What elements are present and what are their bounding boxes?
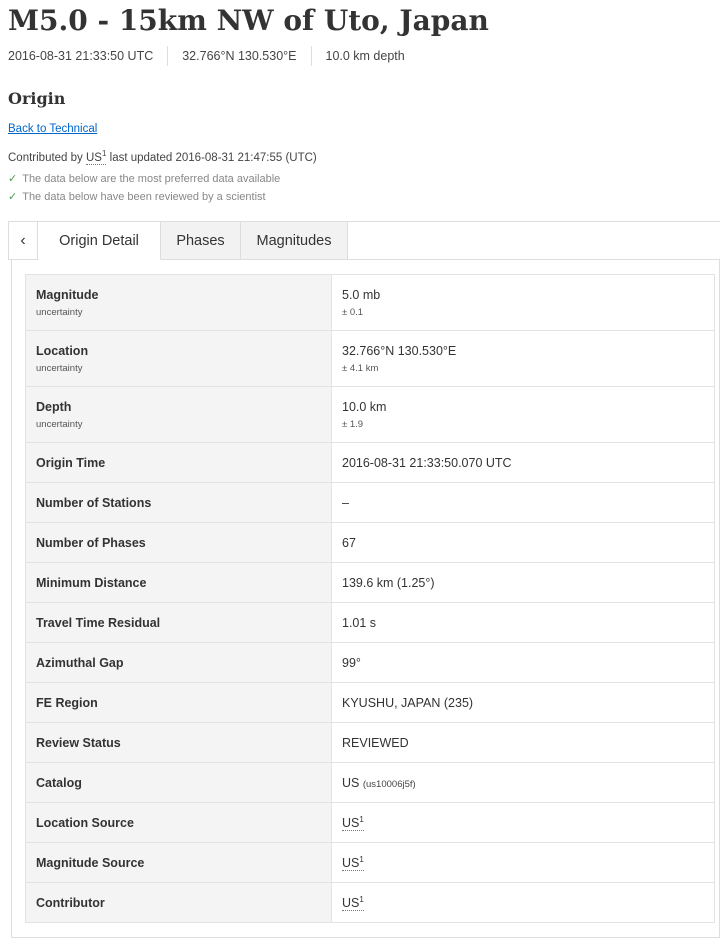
depth-value: 10.0 km [342, 399, 387, 414]
table-row: Depth uncertainty 10.0 km ± 1.9 [25, 386, 715, 443]
catalog-value: US [342, 775, 360, 790]
reviewed-data-notice: ✓ The data below have been reviewed by a … [8, 190, 266, 203]
row-value: US1 [331, 882, 715, 923]
table-row: Catalog US (us10006j5f) [25, 762, 715, 803]
event-summary: 2016-08-31 21:33:50 UTC 32.766°N 130.530… [8, 46, 419, 66]
min-distance-value: 139.6 km (1.25°) [331, 562, 715, 603]
detail-tabs: ‹ Origin Detail Phases Magnitudes [8, 221, 720, 260]
back-to-technical-link[interactable]: Back to Technical [8, 123, 97, 135]
azimuthal-gap-label: Azimuthal Gap [25, 642, 332, 683]
row-value: US1 [331, 802, 715, 843]
event-coordinates: 32.766°N 130.530°E [167, 46, 310, 66]
table-row: Number of Stations – [25, 482, 715, 523]
depth-label: Depth [36, 399, 72, 414]
row-value: US1 [331, 842, 715, 883]
azimuthal-gap-value: 99° [331, 642, 715, 683]
reviewed-data-text: The data below have been reviewed by a s… [22, 191, 266, 203]
num-phases-label: Number of Phases [25, 522, 332, 563]
fe-region-value: KYUSHU, JAPAN (235) [331, 682, 715, 723]
table-row: Review Status REVIEWED [25, 722, 715, 763]
magnitude-source-label: Magnitude Source [25, 842, 332, 883]
row-value: 32.766°N 130.530°E ± 4.1 km [331, 330, 715, 387]
row-value: US (us10006j5f) [331, 762, 715, 803]
magnitude-uncertainty: ± 0.1 [342, 306, 364, 318]
contributor-label: Contributor [25, 882, 332, 923]
location-source-value: US [342, 816, 360, 831]
panel-bottom-border [11, 937, 720, 938]
contributor-value: US [342, 896, 360, 911]
catalog-event-id: (us10006j5f) [362, 778, 416, 790]
table-row: Location uncertainty 32.766°N 130.530°E ± … [25, 330, 715, 387]
tab-magnitudes[interactable]: Magnitudes [241, 222, 348, 260]
min-distance-label: Minimum Distance [25, 562, 332, 603]
origin-time-label: Origin Time [25, 442, 332, 483]
row-label: Location uncertainty [25, 330, 332, 387]
chevron-left-icon: ‹ [20, 231, 26, 249]
table-row: Magnitude Source US1 [25, 842, 715, 883]
magnitude-source-sup: 1 [359, 854, 364, 864]
tabs-filler [348, 222, 720, 260]
travel-time-residual-label: Travel Time Residual [25, 602, 332, 643]
review-status-label: Review Status [25, 722, 332, 763]
review-status-value: REVIEWED [331, 722, 715, 763]
tab-phases[interactable]: Phases [161, 222, 241, 260]
contributor-link[interactable]: US1 [342, 894, 364, 912]
last-updated-text: last updated 2016-08-31 21:47:55 (UTC) [106, 151, 317, 164]
contributor-source-link[interactable]: US1 [86, 149, 107, 165]
num-stations-value: – [331, 482, 715, 523]
num-stations-label: Number of Stations [25, 482, 332, 523]
magnitude-value: 5.0 mb [342, 287, 381, 302]
row-label: Depth uncertainty [25, 386, 332, 443]
row-value: 5.0 mb ± 0.1 [331, 274, 715, 331]
table-row: Travel Time Residual 1.01 s [25, 602, 715, 643]
origin-detail-table: Magnitude uncertainty 5.0 mb ± 0.1 Locatio… [25, 274, 715, 923]
uncertainty-label: uncertainty [36, 306, 83, 318]
num-phases-value: 67 [331, 522, 715, 563]
table-row: Magnitude uncertainty 5.0 mb ± 0.1 [25, 274, 715, 331]
check-icon: ✓ [8, 173, 18, 185]
check-icon: ✓ [8, 191, 18, 203]
table-row: Minimum Distance 139.6 km (1.25°) [25, 562, 715, 603]
uncertainty-label: uncertainty [36, 418, 83, 430]
tabs-back-button[interactable]: ‹ [8, 222, 38, 260]
origin-time-value: 2016-08-31 21:33:50.070 UTC [331, 442, 715, 483]
fe-region-label: FE Region [25, 682, 332, 723]
contributed-prefix: Contributed by [8, 151, 83, 164]
magnitude-source-link[interactable]: US1 [342, 854, 364, 872]
row-label: Magnitude uncertainty [25, 274, 332, 331]
preferred-data-text: The data below are the most preferred da… [22, 173, 281, 185]
table-row: Location Source US1 [25, 802, 715, 843]
location-label: Location [36, 343, 89, 358]
section-title: Origin [8, 89, 66, 108]
uncertainty-label: uncertainty [36, 362, 83, 374]
location-source-sup: 1 [359, 814, 364, 824]
travel-time-residual-value: 1.01 s [331, 602, 715, 643]
event-time: 2016-08-31 21:33:50 UTC [8, 49, 154, 63]
contributed-by-line: Contributed by US1 last updated 2016-08-… [8, 149, 317, 165]
table-row: Azimuthal Gap 99° [25, 642, 715, 683]
page-title: M5.0 - 15km NW of Uto, Japan [8, 4, 489, 37]
location-uncertainty: ± 4.1 km [342, 362, 379, 374]
tab-origin-detail[interactable]: Origin Detail [38, 222, 161, 260]
contributor-sup: 1 [359, 894, 364, 904]
contributor-source-label: US [86, 151, 102, 164]
location-source-label: Location Source [25, 802, 332, 843]
magnitude-source-value: US [342, 856, 360, 871]
table-row: Origin Time 2016-08-31 21:33:50.070 UTC [25, 442, 715, 483]
depth-uncertainty: ± 1.9 [342, 418, 364, 430]
table-row: FE Region KYUSHU, JAPAN (235) [25, 682, 715, 723]
preferred-data-notice: ✓ The data below are the most preferred d… [8, 172, 280, 185]
catalog-label: Catalog [25, 762, 332, 803]
magnitude-label: Magnitude [36, 287, 99, 302]
table-row: Number of Phases 67 [25, 522, 715, 563]
row-value: 10.0 km ± 1.9 [331, 386, 715, 443]
location-source-link[interactable]: US1 [342, 814, 364, 832]
event-depth: 10.0 km depth [310, 46, 419, 66]
location-value: 32.766°N 130.530°E [342, 343, 457, 358]
table-row: Contributor US1 [25, 882, 715, 923]
